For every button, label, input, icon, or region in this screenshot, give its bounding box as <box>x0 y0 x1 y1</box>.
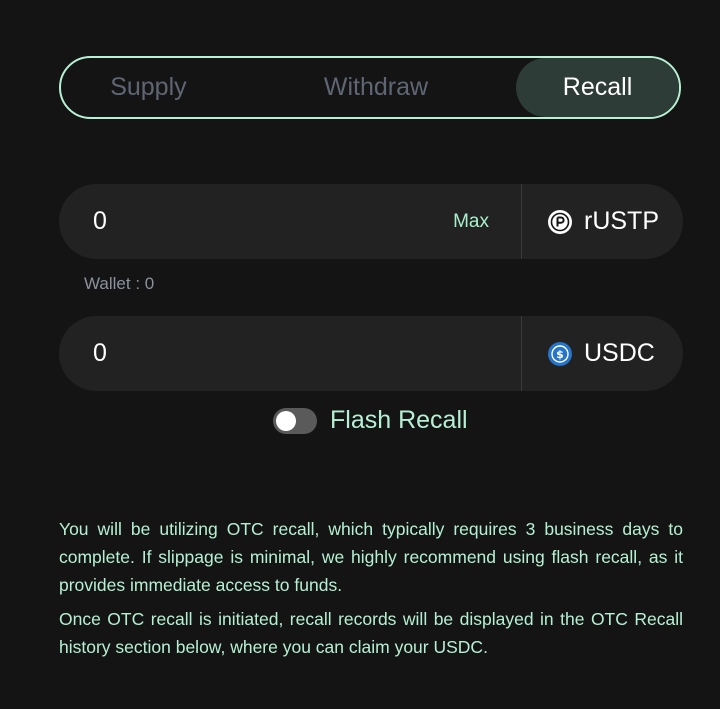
flash-recall-control: Flash Recall <box>273 406 468 435</box>
usdc-amount-value: 0 <box>93 339 107 367</box>
mode-tabs: Supply Withdraw Recall <box>59 56 681 119</box>
usdc-token-selector: $ USDC <box>522 316 683 391</box>
recall-panel: Supply Withdraw Recall 0 Max rUSTP Walle… <box>0 0 720 709</box>
rustp-amount-row: 0 Max rUSTP <box>59 184 683 259</box>
tab-withdraw[interactable]: Withdraw <box>236 57 516 118</box>
flash-recall-toggle[interactable] <box>273 407 317 434</box>
usdc-amount-row: 0 $ USDC <box>59 316 683 391</box>
usdc-token-label: USDC <box>584 339 655 367</box>
tab-supply[interactable]: Supply <box>61 57 236 118</box>
rustp-token-icon <box>548 209 572 234</box>
flash-recall-label: Flash Recall <box>330 406 468 434</box>
wallet-balance: Wallet : 0 <box>84 274 155 293</box>
rustp-amount-input[interactable]: 0 Max <box>59 184 521 259</box>
max-button[interactable]: Max <box>453 211 489 233</box>
rustp-token-label: rUSTP <box>584 207 659 235</box>
toggle-knob <box>276 410 296 431</box>
svg-text:$: $ <box>556 348 564 361</box>
usdc-amount-input[interactable]: 0 <box>59 316 521 391</box>
otc-recall-history-notice: Once OTC recall is initiated, recall rec… <box>59 609 683 657</box>
otc-recall-notice: You will be utilizing OTC recall, which … <box>59 519 683 595</box>
tab-recall[interactable]: Recall <box>516 58 680 117</box>
rustp-amount-value: 0 <box>93 207 107 235</box>
rustp-token-selector: rUSTP <box>522 184 683 259</box>
usdc-token-icon: $ <box>548 341 572 366</box>
